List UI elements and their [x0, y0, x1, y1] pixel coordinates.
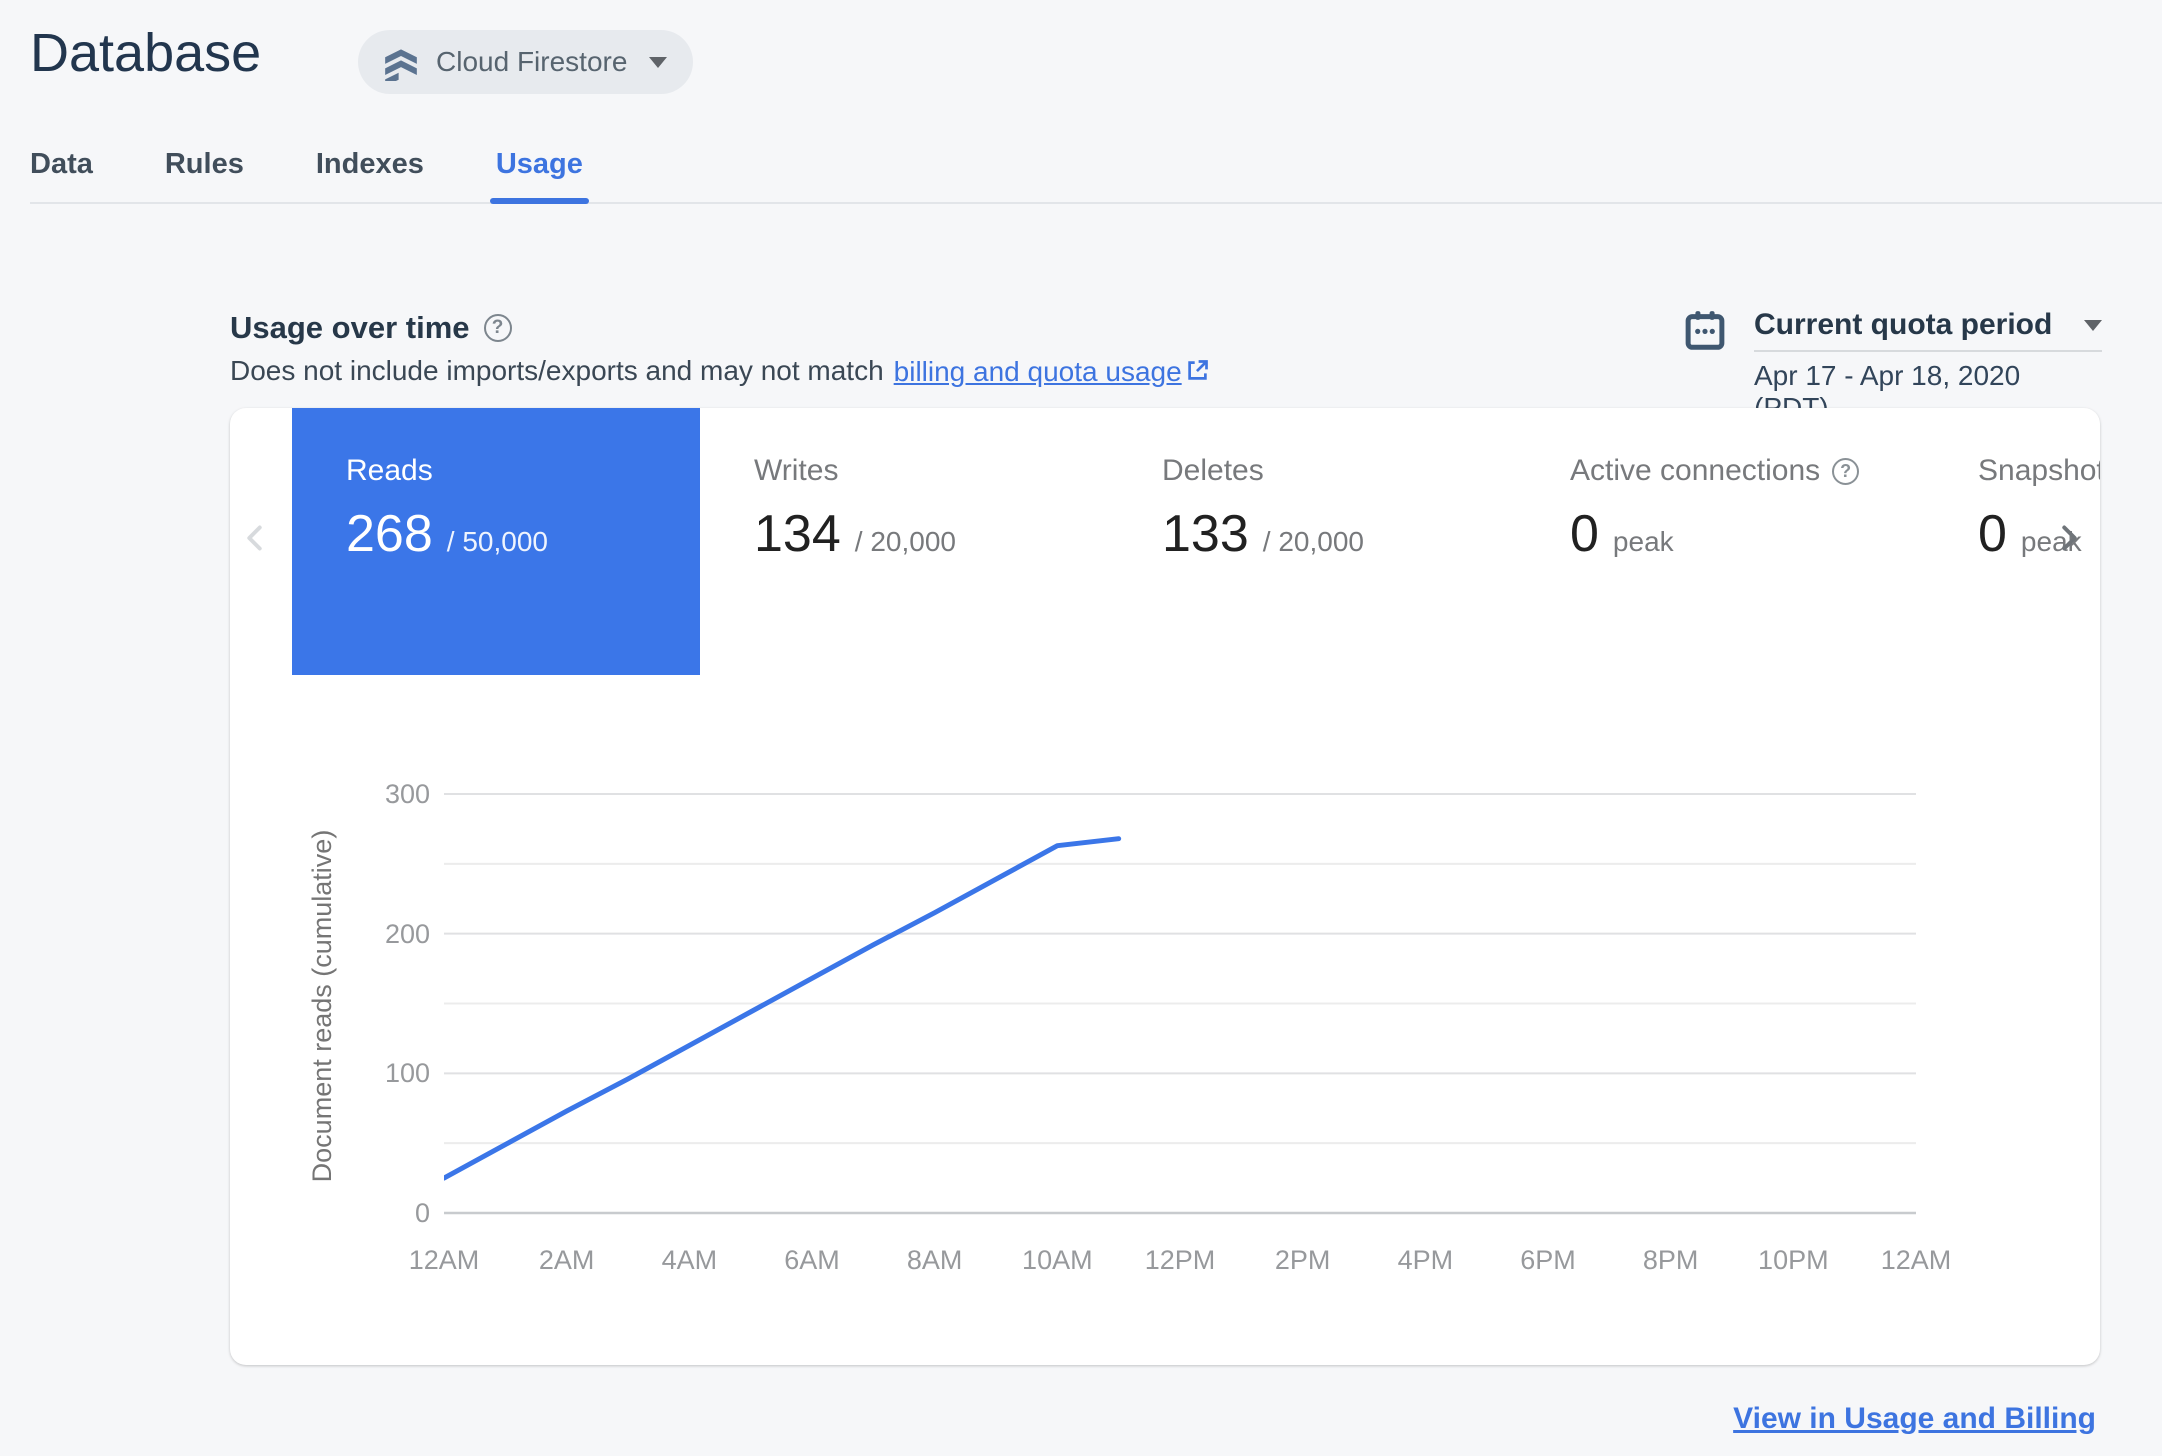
- usage-card-writes[interactable]: Writes 134 / 20,000: [700, 408, 1108, 675]
- usage-line-chart: [444, 793, 1916, 1215]
- card-value: 134: [754, 505, 841, 563]
- y-tick-label: 200: [384, 918, 430, 949]
- tab-data[interactable]: Data: [30, 140, 93, 202]
- y-axis-title: Document reads (cumulative): [307, 829, 337, 1183]
- firestore-icon: [382, 43, 420, 81]
- card-denominator: peak: [1612, 526, 1674, 557]
- x-tick-label: 6AM: [784, 1245, 840, 1275]
- usage-panel: Reads 268/ 50,000 Writes 134/ 20,000 Deletes…: [230, 408, 2100, 1365]
- card-denominator: / 20,000: [854, 526, 956, 557]
- card-label: Reads: [346, 454, 433, 487]
- tab-rules[interactable]: Rules: [165, 140, 244, 202]
- card-value: 133: [1162, 505, 1249, 563]
- x-tick-label: 2AM: [538, 1245, 595, 1275]
- page-title: Database: [30, 23, 262, 83]
- usage-card-active-connections[interactable]: Active connections? 0 peak: [1516, 408, 1924, 675]
- tab-usage[interactable]: Usage: [489, 140, 589, 204]
- card-value: 0: [1978, 505, 2007, 563]
- question-circle-icon[interactable]: ?: [483, 314, 512, 342]
- card-label: Deletes: [1162, 454, 1264, 487]
- caret-down-icon: [2084, 319, 2102, 331]
- card-value: 0: [1570, 505, 1599, 563]
- x-tick-label: 10PM: [1758, 1245, 1829, 1275]
- section-subtitle: Does not include imports/exports and may…: [230, 354, 1211, 388]
- y-tick-label: 0: [414, 1198, 430, 1228]
- tab-bar: Data Rules Indexes Usage: [30, 140, 2162, 204]
- x-tick-label: 8AM: [906, 1245, 963, 1275]
- billing-quota-usage-link[interactable]: billing and quota usage: [894, 354, 1211, 388]
- external-link-icon: [1184, 357, 1211, 391]
- quota-period-selector[interactable]: Current quota period Apr 17 - Apr 18, 20…: [1754, 306, 2102, 424]
- usage-card-reads[interactable]: Reads 268 / 50,000: [292, 408, 700, 675]
- tab-indexes[interactable]: Indexes: [316, 140, 424, 202]
- x-tick-label: 10AM: [1022, 1245, 1093, 1275]
- card-denominator: / 20,000: [1262, 526, 1364, 557]
- card-value: 268: [346, 505, 433, 563]
- x-tick-label: 2PM: [1274, 1245, 1331, 1275]
- card-label: Active connections: [1570, 454, 1821, 487]
- product-selector-dropdown[interactable]: Cloud Firestore: [358, 30, 694, 94]
- usage-over-time-header: Usage over time ?: [230, 310, 512, 346]
- card-label: Snapshot listeners: [1978, 454, 2100, 487]
- x-tick-label: 6PM: [1520, 1245, 1576, 1275]
- usage-metric-cards: Reads 268/ 50,000 Writes 134/ 20,000 Deletes…: [292, 408, 2100, 675]
- x-tick-label: 12AM: [408, 1245, 480, 1275]
- calendar-icon: [1682, 308, 1728, 359]
- section-title: Usage over time: [230, 310, 470, 345]
- usage-card-deletes[interactable]: Deletes 133 / 20,000: [1108, 408, 1516, 675]
- caret-down-icon: [649, 56, 668, 68]
- view-usage-billing-link[interactable]: View in Usage and Billing: [1733, 1402, 2096, 1436]
- card-denominator: / 50,000: [446, 526, 548, 557]
- reads-series-line: [444, 836, 1122, 1181]
- y-tick-label: 100: [384, 1058, 430, 1089]
- question-circle-icon[interactable]: ?: [1832, 457, 1860, 485]
- product-selector-label: Cloud Firestore: [436, 46, 628, 77]
- chevron-right-icon[interactable]: [2046, 516, 2090, 560]
- divider: [1754, 350, 2102, 352]
- subtitle-text: Does not include imports/exports and may…: [230, 355, 884, 386]
- quota-period-label: Current quota period: [1754, 308, 2053, 341]
- chevron-left-icon: [234, 516, 278, 560]
- y-tick-label: 300: [384, 779, 430, 809]
- x-tick-label: 12AM: [1880, 1245, 1952, 1275]
- x-tick-label: 8PM: [1642, 1245, 1699, 1275]
- x-tick-label: 4PM: [1397, 1245, 1454, 1275]
- card-label: Writes: [754, 454, 839, 487]
- firebase-database-usage-page: Database Cloud Firestore Data Rules Indexe…: [0, 0, 2162, 1456]
- x-tick-label: 12PM: [1144, 1245, 1216, 1275]
- x-tick-label: 4AM: [661, 1245, 718, 1275]
